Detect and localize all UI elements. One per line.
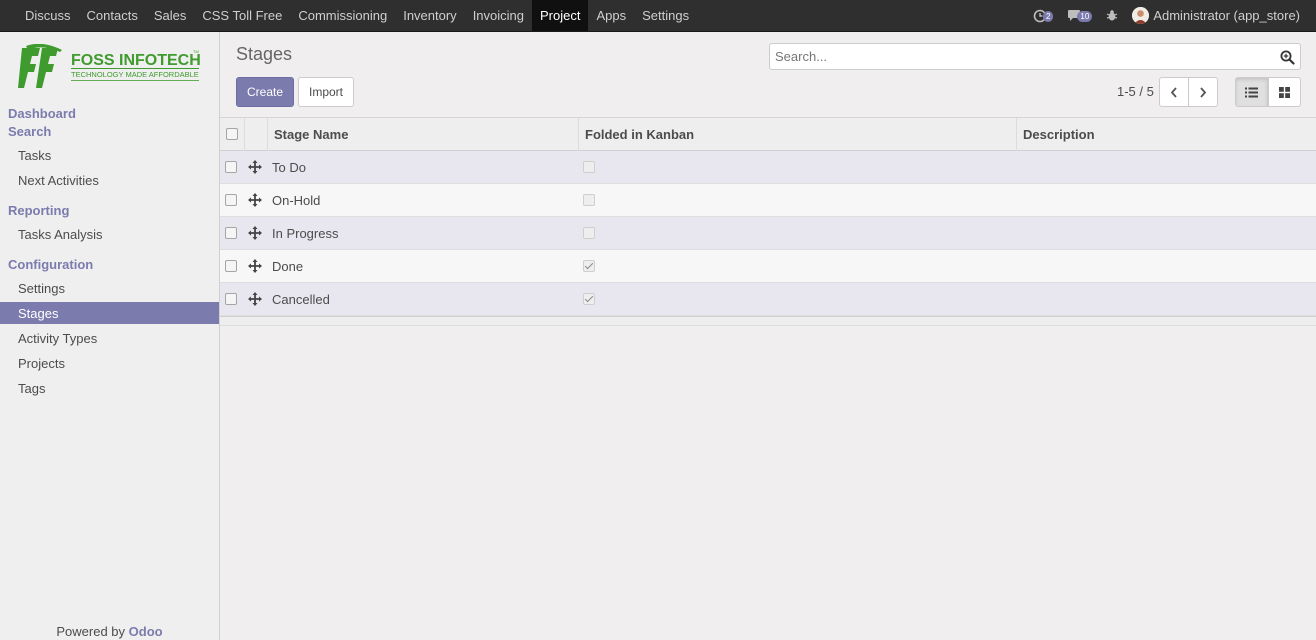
- sidebar-item-next-activities[interactable]: Next Activities: [0, 169, 219, 191]
- table-row[interactable]: Done: [220, 250, 1316, 283]
- row-checkbox[interactable]: [225, 260, 237, 272]
- pager-value[interactable]: 1-5 / 5: [1117, 84, 1154, 99]
- sidebar-section-reporting[interactable]: Reporting: [8, 203, 69, 218]
- menu-settings[interactable]: Settings: [634, 0, 697, 31]
- row-checkbox[interactable]: [225, 194, 237, 206]
- stage-name-cell: To Do: [272, 160, 306, 175]
- sidebar: FOSS INFOTECH TM TECHNOLOGY MADE AFFORDA…: [0, 32, 220, 640]
- search-icon[interactable]: [1280, 50, 1295, 65]
- stage-name-cell: In Progress: [272, 226, 339, 241]
- table-header: Stage Name Folded in Kanban Description: [220, 117, 1316, 151]
- foss-infotech-logo-icon: FOSS INFOTECH TM TECHNOLOGY MADE AFFORDA…: [18, 43, 201, 88]
- chevron-left-icon: [1170, 86, 1177, 98]
- user-menu[interactable]: Administrator (app_store): [1132, 7, 1300, 24]
- list-view-button[interactable]: [1235, 77, 1268, 107]
- folded-checkbox: [583, 227, 595, 239]
- table-footer: [220, 316, 1316, 326]
- stages-table: Stage Name Folded in Kanban Description …: [220, 117, 1316, 326]
- table-row[interactable]: In Progress: [220, 217, 1316, 250]
- handle-column-header: [244, 118, 268, 151]
- search-box: [769, 43, 1301, 70]
- folded-checkbox: [583, 293, 595, 305]
- folded-checkbox: [583, 260, 595, 272]
- menu-contacts[interactable]: Contacts: [79, 0, 146, 31]
- stage-name-cell: Done: [272, 259, 304, 274]
- user-avatar-icon: [1132, 7, 1150, 24]
- table-row[interactable]: To Do: [220, 151, 1316, 184]
- menu-discuss[interactable]: Discuss: [17, 0, 79, 31]
- column-stage-name[interactable]: Stage Name: [267, 118, 579, 151]
- row-checkbox[interactable]: [225, 227, 237, 239]
- activity-count-badge: 2: [1042, 11, 1054, 22]
- drag-handle-icon[interactable]: [248, 259, 262, 273]
- select-all-checkbox[interactable]: [226, 128, 238, 140]
- sidebar-item-settings[interactable]: Settings: [0, 277, 219, 299]
- search-input[interactable]: [770, 44, 1260, 69]
- logo-trademark: TM: [193, 49, 199, 54]
- drag-handle-icon[interactable]: [248, 226, 262, 240]
- powered-by: Powered by Odoo: [0, 624, 219, 639]
- logo-name: FOSS INFOTECH: [71, 52, 201, 69]
- sidebar-item-tasks[interactable]: Tasks: [0, 144, 219, 166]
- bug-icon: [1107, 10, 1118, 21]
- drag-handle-icon[interactable]: [248, 160, 262, 174]
- create-button[interactable]: Create: [236, 77, 294, 107]
- sidebar-item-activity-types[interactable]: Activity Types: [0, 327, 219, 349]
- menu-invoicing[interactable]: Invoicing: [465, 0, 532, 31]
- menu-apps[interactable]: Apps: [588, 0, 634, 31]
- systray: 2 10 Administrator (app_store): [1033, 0, 1316, 31]
- menu-sales[interactable]: Sales: [146, 0, 195, 31]
- column-description[interactable]: Description: [1016, 118, 1316, 151]
- logo-tagline: TECHNOLOGY MADE AFFORDABLE: [71, 70, 199, 79]
- user-name: Administrator (app_store): [1153, 8, 1300, 23]
- sidebar-item-projects[interactable]: Projects: [0, 352, 219, 374]
- list-icon: [1245, 87, 1258, 97]
- table-row[interactable]: Cancelled: [220, 283, 1316, 316]
- menu-project[interactable]: Project: [532, 0, 589, 31]
- sidebar-item-stages[interactable]: Stages: [0, 302, 219, 324]
- stage-name-cell: Cancelled: [272, 292, 330, 307]
- folded-checkbox: [583, 194, 595, 206]
- menu-inventory[interactable]: Inventory: [395, 0, 464, 31]
- pager-previous-button[interactable]: [1159, 77, 1189, 107]
- drag-handle-icon[interactable]: [248, 193, 262, 207]
- debug-menu[interactable]: [1106, 9, 1118, 22]
- odoo-link[interactable]: Odoo: [129, 624, 163, 639]
- powered-by-text: Powered by: [56, 624, 126, 639]
- pager-next-button[interactable]: [1188, 77, 1218, 107]
- app-menu: Discuss Contacts Sales CSS Toll Free Com…: [0, 0, 697, 31]
- activity-menu[interactable]: 2: [1033, 9, 1054, 23]
- messaging-menu[interactable]: 10: [1067, 9, 1093, 22]
- row-checkbox[interactable]: [225, 293, 237, 305]
- sidebar-item-tags[interactable]: Tags: [0, 377, 219, 399]
- sidebar-section-dashboard[interactable]: Dashboard: [8, 106, 76, 121]
- page-title: Stages: [236, 44, 293, 64]
- sidebar-section-configuration[interactable]: Configuration: [8, 257, 93, 272]
- menu-css-toll-free[interactable]: CSS Toll Free: [194, 0, 290, 31]
- main-navbar: Discuss Contacts Sales CSS Toll Free Com…: [0, 0, 1316, 32]
- sidebar-item-tasks-analysis[interactable]: Tasks Analysis: [0, 223, 219, 245]
- kanban-grid-icon: [1279, 86, 1290, 98]
- message-count-badge: 10: [1077, 11, 1093, 22]
- table-row[interactable]: On-Hold: [220, 184, 1316, 217]
- folded-checkbox: [583, 161, 595, 173]
- avatar: [1132, 7, 1150, 24]
- drag-handle-icon[interactable]: [248, 292, 262, 306]
- row-checkbox[interactable]: [225, 161, 237, 173]
- company-logo[interactable]: FOSS INFOTECH TM TECHNOLOGY MADE AFFORDA…: [18, 43, 202, 94]
- import-button[interactable]: Import: [298, 77, 354, 107]
- kanban-view-button[interactable]: [1268, 77, 1301, 107]
- menu-commissioning[interactable]: Commissioning: [290, 0, 395, 31]
- column-folded-in-kanban[interactable]: Folded in Kanban: [578, 118, 1017, 151]
- stage-name-cell: On-Hold: [272, 193, 321, 208]
- sidebar-section-search[interactable]: Search: [8, 124, 51, 139]
- chevron-right-icon: [1200, 86, 1207, 98]
